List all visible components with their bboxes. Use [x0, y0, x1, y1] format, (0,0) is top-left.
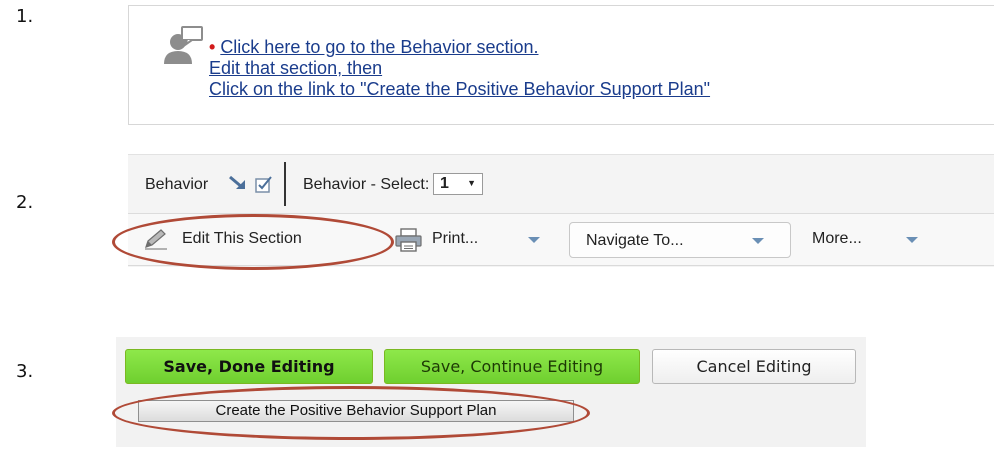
header-divider [284, 162, 286, 206]
step-number-2: 2. [16, 192, 34, 213]
navigate-to-label: Navigate To... [586, 232, 684, 249]
behavior-select-value: 1 [440, 175, 449, 192]
edit-this-section-label: Edit This Section [182, 230, 302, 247]
select-arrow-icon: ▼ [467, 178, 476, 188]
collapse-arrow-icon[interactable] [227, 174, 249, 194]
save-continue-editing-button[interactable]: Save, Continue Editing [384, 349, 640, 384]
step-number-3: 3. [16, 361, 34, 382]
section-label: Behavior [145, 176, 209, 193]
red-bullet: • [209, 37, 216, 57]
navigate-dropdown-arrow-icon [752, 238, 764, 244]
print-dropdown-arrow-icon [528, 237, 540, 243]
edit-mode-panel: Save, Done Editing Save, Continue Editin… [116, 337, 866, 447]
behavior-select-label: Behavior - Select: [303, 176, 430, 193]
person-speech-bubble-icon [164, 26, 203, 64]
navigate-to-menu-button[interactable]: Navigate To... [569, 222, 791, 258]
section-header-row: Behavior Behavior - Select: 1 ▼ [128, 155, 994, 214]
create-positive-behavior-support-plan-button[interactable]: Create the Positive Behavior Support Pla… [138, 400, 574, 422]
printer-icon [395, 228, 422, 252]
print-label: Print... [432, 230, 479, 247]
behavior-select-dropdown[interactable]: 1 ▼ [433, 173, 483, 195]
more-menu-button[interactable]: More... [812, 220, 932, 258]
behavior-section-link[interactable]: Click here to go to the Behavior section… [220, 37, 538, 57]
edit-this-section-button[interactable]: Edit This Section [140, 220, 390, 258]
edit-section-link[interactable]: Edit that section, then [209, 58, 382, 78]
print-menu-button[interactable]: Print... [394, 220, 554, 258]
save-done-editing-button[interactable]: Save, Done Editing [125, 349, 373, 384]
pencil-icon [145, 229, 167, 250]
cancel-editing-button[interactable]: Cancel Editing [652, 349, 856, 384]
step-number-1: 1. [16, 6, 34, 27]
more-label: More... [812, 230, 862, 247]
section-toolbar-panel: Behavior Behavior - Select: 1 ▼ Edit Thi… [128, 154, 994, 267]
edit-checkbox-icon[interactable] [254, 174, 274, 194]
instructions-panel: • Click here to go to the Behavior sectio… [128, 5, 994, 125]
more-dropdown-arrow-icon [906, 237, 918, 243]
create-plan-instruction-link[interactable]: Click on the link to "Create the Positiv… [209, 79, 710, 99]
section-actions-row: Edit This Section Print... Navigate To..… [128, 214, 994, 266]
